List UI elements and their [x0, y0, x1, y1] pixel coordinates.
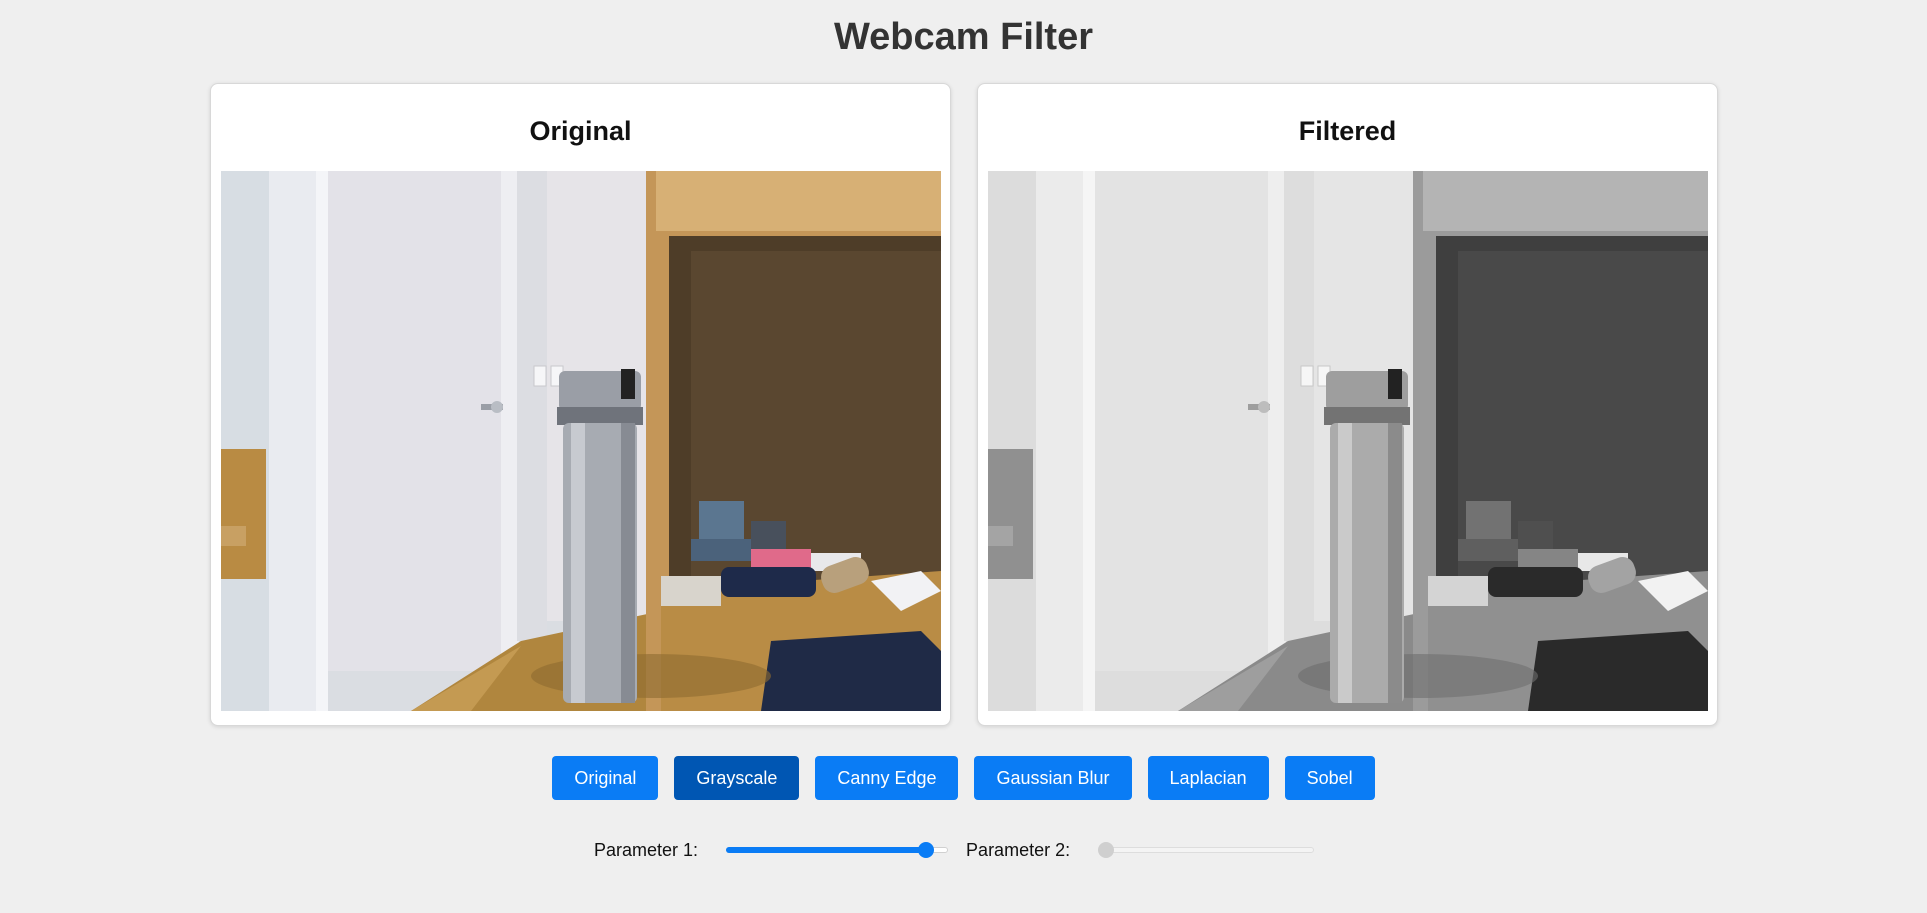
filter-canny-edge-button[interactable]: Canny Edge: [815, 756, 959, 800]
filter-gaussian-blur-button[interactable]: Gaussian Blur: [974, 756, 1132, 800]
page-title: Webcam Filter: [833, 16, 1094, 58]
slider-track: [1098, 847, 1315, 853]
filtered-panel: Filtered: [977, 83, 1718, 726]
parameter-2-slider[interactable]: [1098, 838, 1315, 862]
filtered-panel-title: Filtered: [1298, 116, 1397, 146]
original-video-feed: [221, 171, 941, 711]
filter-laplacian-button[interactable]: Laplacian: [1147, 756, 1269, 800]
slider-thumb[interactable]: [917, 842, 934, 858]
parameter-1-slider[interactable]: [726, 838, 949, 862]
original-panel-title: Original: [529, 116, 632, 146]
slider-thumb[interactable]: [1098, 842, 1115, 858]
filtered-video-feed: [988, 171, 1708, 711]
parameter-1-label: Parameter 1:: [594, 839, 699, 860]
parameter-2-label: Parameter 2:: [966, 839, 1071, 860]
filter-original-button[interactable]: Original: [552, 756, 659, 800]
original-panel: Original: [210, 83, 951, 726]
filter-button-row: Original Grayscale Canny Edge Gaussian B…: [0, 756, 1927, 800]
filter-sobel-button[interactable]: Sobel: [1284, 756, 1375, 800]
filter-grayscale-button[interactable]: Grayscale: [674, 756, 800, 800]
parameter-controls: Parameter 1: Parameter 2:: [594, 835, 1315, 865]
slider-fill: [726, 847, 926, 853]
